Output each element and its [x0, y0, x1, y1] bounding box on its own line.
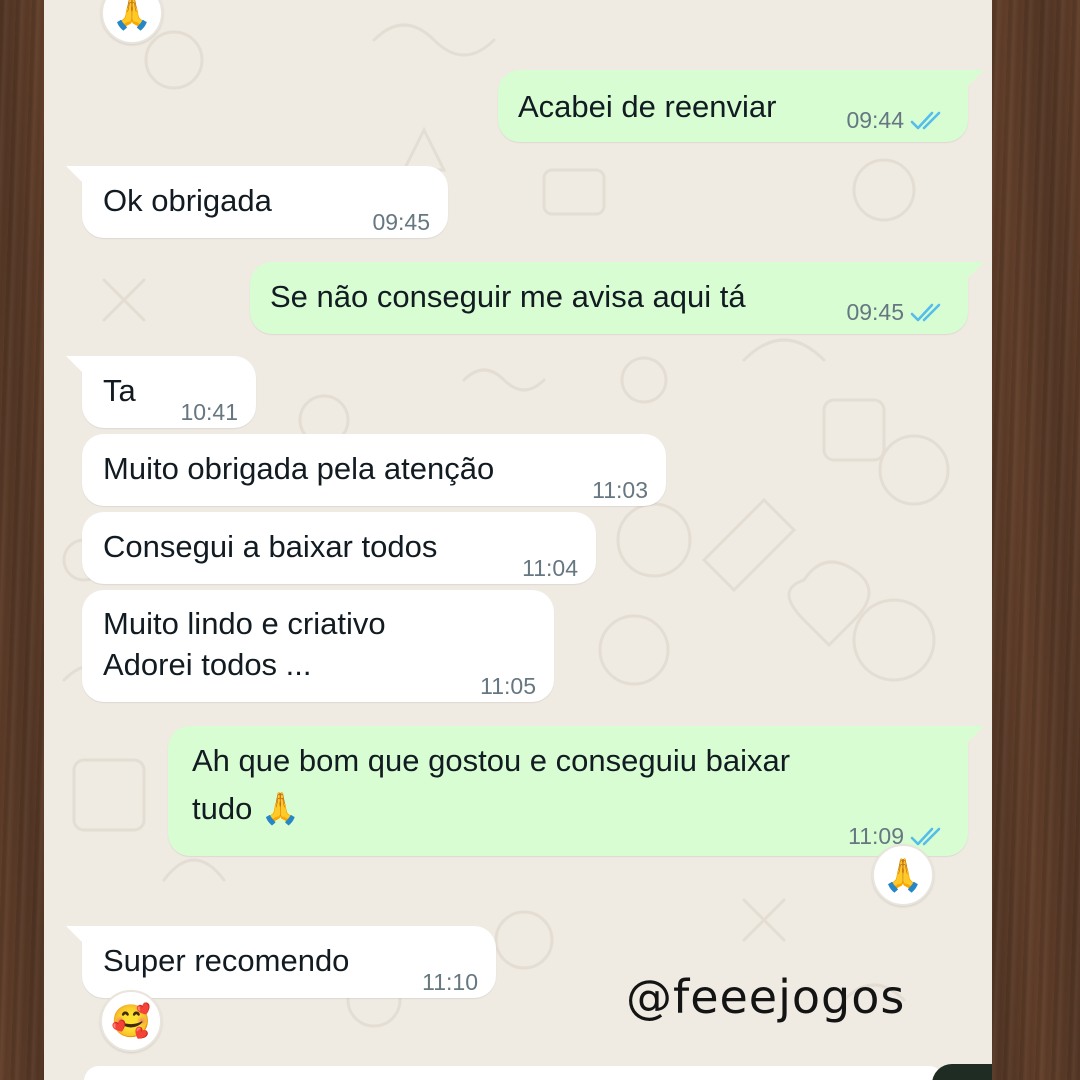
message-text: Muito obrigada pela atenção	[103, 451, 495, 486]
read-receipt-icon	[910, 303, 941, 321]
message-meta: 09:44	[846, 100, 946, 141]
message-meta: 11:10	[422, 962, 478, 1003]
message-time: 11:05	[480, 673, 536, 699]
read-receipt-icon	[910, 111, 941, 129]
message-meta: 09:45	[372, 202, 430, 243]
message-bubble-incoming[interactable]: Ok obrigada 09:45	[66, 166, 448, 238]
message-meta: 09:45	[846, 292, 946, 333]
message-meta: 11:04	[522, 548, 578, 589]
message-text: Ta	[103, 373, 136, 408]
message-meta: 10:41	[180, 392, 238, 433]
message-text-line: Ah que bom que gostou e conseguiu baixar	[192, 743, 791, 778]
message-text-line: Adorei todos ...	[103, 647, 312, 682]
message-time: 09:45	[372, 209, 430, 235]
message-time: 11:03	[592, 477, 648, 503]
reaction-badge[interactable]: 🥰	[100, 990, 162, 1052]
message-text: Se não conseguir me avisa aqui tá	[270, 279, 746, 314]
message-time: 11:04	[522, 555, 578, 581]
message-bubble-incoming[interactable]: Ta 10:41	[66, 356, 256, 428]
message-meta: 11:03	[592, 470, 648, 511]
reaction-emoji: 🥰	[111, 1003, 151, 1039]
message-meta: 11:05	[480, 666, 536, 707]
send-button[interactable]	[932, 1064, 992, 1080]
message-text-line: tudo 🙏	[192, 791, 300, 826]
message-bubble-outgoing[interactable]: Se não conseguir me avisa aqui tá 09:45	[250, 262, 984, 334]
message-bubble-outgoing[interactable]: Ah que bom que gostou e conseguiu baixar…	[168, 726, 984, 856]
message-bubble-outgoing[interactable]: Acabei de reenviar 09:44	[498, 70, 984, 142]
message-bubble-incoming[interactable]: Muito obrigada pela atenção 11:03	[82, 434, 666, 506]
message-bubble-incoming[interactable]: Muito lindo e criativo Adorei todos ... …	[82, 590, 554, 702]
message-text: Super recomendo	[103, 943, 350, 978]
message-time: 10:41	[180, 399, 238, 425]
message-text: Consegui a baixar todos	[103, 529, 438, 564]
reaction-emoji: 🙏	[883, 857, 923, 893]
message-time: 11:10	[422, 969, 478, 995]
message-input-bar[interactable]	[84, 1066, 944, 1080]
message-bubble-incoming[interactable]: Consegui a baixar todos 11:04	[82, 512, 596, 584]
message-time: 09:45	[846, 299, 904, 325]
message-time: 09:44	[846, 107, 904, 133]
message-text: Acabei de reenviar	[518, 89, 777, 124]
reaction-emoji: 🙏	[112, 0, 152, 31]
message-text-line: Muito lindo e criativo	[103, 606, 386, 641]
chat-screenshot: 🙏 Acabei de reenviar 09:44 Ok obrigada 0…	[44, 0, 992, 1080]
message-text: Ok obrigada	[103, 183, 272, 218]
read-receipt-icon	[910, 827, 941, 845]
reaction-badge[interactable]: 🙏	[872, 844, 934, 906]
message-bubble-incoming[interactable]: Super recomendo 11:10	[66, 926, 496, 998]
watermark-handle: @feeejogos	[626, 970, 906, 1024]
